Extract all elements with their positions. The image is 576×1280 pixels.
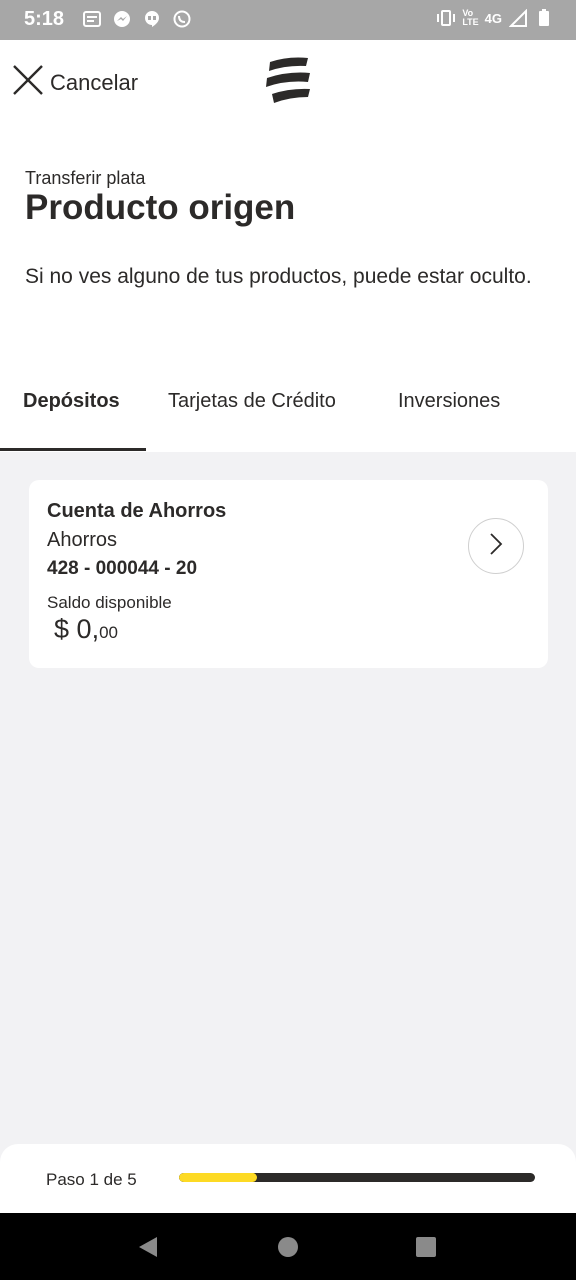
step-progress-footer: Paso 1 de 5: [0, 1144, 576, 1214]
vibrate-icon: [436, 8, 456, 28]
notification-icons: [82, 9, 192, 29]
system-nav-bar: [0, 1213, 576, 1280]
battery-icon: [534, 8, 554, 28]
hidden-products-hint: Si no ves alguno de tus productos, puede…: [25, 265, 532, 288]
tab-depositos[interactable]: Depósitos: [23, 390, 120, 413]
home-icon[interactable]: [274, 1233, 302, 1261]
tab-inversiones[interactable]: Inversiones: [398, 390, 500, 413]
active-tab-indicator: [0, 448, 146, 451]
hangouts-icon: [142, 9, 162, 29]
product-type: Ahorros: [47, 529, 118, 551]
recents-icon[interactable]: [412, 1233, 440, 1261]
select-product-button[interactable]: [468, 518, 524, 574]
cancel-label: Cancelar: [50, 69, 139, 95]
status-bar: 5:18 Vo LTE 4G: [0, 0, 576, 40]
progress-bar-fill: [179, 1173, 258, 1182]
bancolombia-logo-icon: [264, 54, 314, 106]
progress-bar: [179, 1173, 535, 1182]
network-type-label: 4G: [484, 10, 502, 26]
network-indicator: Vo LTE: [462, 9, 478, 27]
balance-cents: 00: [99, 623, 118, 642]
network-bottom-label: LTE: [462, 17, 479, 27]
top-bar: Cancelar: [0, 40, 576, 124]
balance-label: Saldo disponible: [47, 593, 172, 612]
balance-amount: $ 0,00: [54, 614, 118, 645]
close-icon: [12, 64, 44, 101]
product-number: 428 - 000044 - 20: [47, 558, 198, 579]
tab-tarjetas-de-credito[interactable]: Tarjetas de Crédito: [168, 390, 336, 413]
step-label: Paso 1 de 5: [46, 1170, 137, 1189]
page-eyebrow: Transferir plata: [25, 168, 146, 188]
product-name: Cuenta de Ahorros: [47, 500, 227, 522]
balance-currency: $: [54, 614, 70, 644]
balance-integer: 0,: [76, 614, 100, 644]
product-card[interactable]: Cuenta de Ahorros Ahorros 428 - 000044 -…: [29, 480, 548, 668]
product-tabs: Depósitos Tarjetas de Crédito Inversione…: [0, 360, 576, 452]
status-time: 5:18: [24, 8, 65, 30]
page-title: Producto origen: [25, 188, 296, 227]
chevron-right-icon: [489, 532, 503, 561]
whatsapp-icon: [172, 9, 192, 29]
cancel-button[interactable]: Cancelar: [12, 64, 138, 101]
messenger-icon: [112, 9, 132, 29]
system-icons: Vo LTE 4G: [436, 8, 554, 28]
back-icon[interactable]: [134, 1233, 162, 1261]
message-icon: [82, 9, 102, 29]
signal-icon: [508, 8, 528, 28]
page-header: Transferir plata Producto origen Si no v…: [0, 124, 576, 360]
